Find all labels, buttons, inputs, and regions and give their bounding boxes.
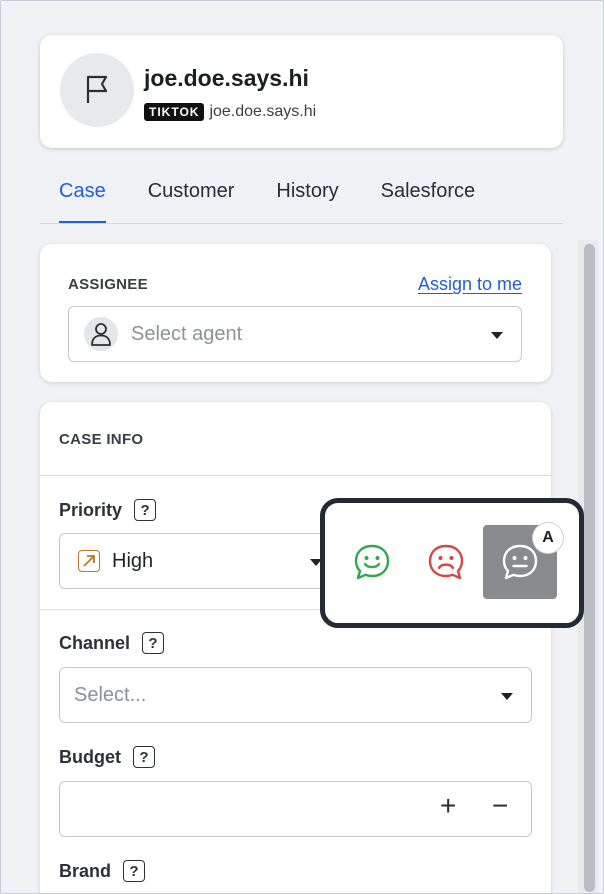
budget-field-label: Budget ? (59, 746, 155, 768)
tab-history[interactable]: History (276, 172, 338, 223)
avatar (60, 53, 134, 127)
sentiment-popover: A (320, 498, 584, 628)
neutral-chat-icon (502, 544, 538, 580)
keyboard-shortcut-badge: A (533, 523, 563, 553)
decrement-button[interactable]: − (492, 790, 508, 822)
assign-to-me-link[interactable]: Assign to me (418, 274, 522, 295)
smile-chat-icon (354, 544, 390, 580)
person-icon (84, 317, 118, 351)
frown-chat-icon (428, 544, 464, 580)
agent-select[interactable]: Select agent (68, 306, 522, 362)
help-icon[interactable]: ? (142, 632, 165, 654)
channel-select[interactable]: Select... (59, 667, 532, 723)
priority-label: Priority (59, 499, 123, 520)
channel-label: Channel (59, 632, 131, 653)
brand-label: Brand (59, 860, 112, 881)
budget-label: Budget (59, 746, 121, 767)
priority-field-label: Priority ? (59, 499, 157, 521)
agent-placeholder: Select agent (131, 322, 243, 345)
help-icon[interactable]: ? (123, 860, 146, 882)
arrow-up-right-icon (78, 550, 100, 572)
budget-input[interactable]: + − (59, 781, 532, 837)
scrollbar-thumb[interactable] (584, 244, 595, 892)
contact-handle: joe.doe.says.hi (144, 65, 309, 91)
tab-salesforce[interactable]: Salesforce (381, 172, 476, 223)
sentiment-positive-button[interactable] (335, 525, 409, 599)
tab-case[interactable]: Case (59, 172, 106, 223)
platform-badge: TIKTOK (144, 103, 205, 121)
sentiment-negative-button[interactable] (409, 525, 483, 599)
increment-button[interactable]: + (440, 790, 456, 822)
chevron-down-icon (491, 332, 503, 339)
case-info-card: CASE INFO Priority ? High Channel ? Sele… (40, 402, 551, 894)
profile-card: joe.doe.says.hi TIKTOK joe.doe.says.hi (40, 35, 563, 148)
divider (40, 475, 551, 476)
brand-field-label: Brand ? (59, 860, 146, 882)
flag-icon (86, 75, 108, 103)
help-icon[interactable]: ? (134, 499, 157, 521)
chevron-down-icon (501, 693, 513, 700)
priority-value: High (112, 549, 154, 572)
channel-placeholder: Select... (74, 683, 147, 706)
assignee-card: ASSIGNEE Assign to me Select agent (40, 244, 551, 382)
tab-customer[interactable]: Customer (148, 172, 235, 223)
help-icon[interactable]: ? (133, 746, 155, 768)
tab-bar: Case Customer History Salesforce (40, 172, 563, 224)
channel-field-label: Channel ? (59, 632, 165, 654)
case-info-label: CASE INFO (59, 431, 144, 448)
platform-handle: joe.doe.says.hi (209, 103, 317, 120)
assignee-label: ASSIGNEE (68, 276, 148, 293)
